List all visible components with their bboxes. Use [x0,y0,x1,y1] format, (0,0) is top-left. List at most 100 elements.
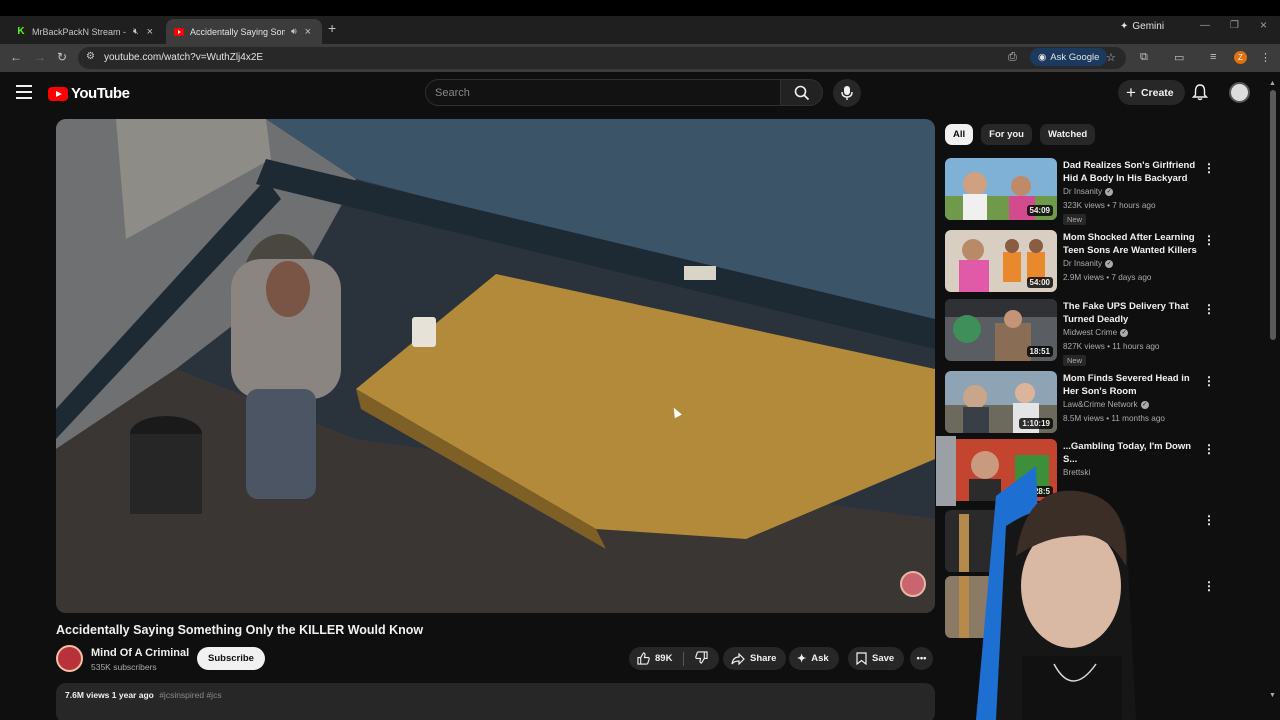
search-input[interactable]: Search [425,79,781,106]
extensions-icon[interactable]: ⧉ [1140,51,1148,64]
recommendation-title[interactable]: The Fake UPS Delivery That Turned Deadly [1063,300,1199,326]
scroll-up-arrow-icon[interactable]: ▲ [1269,80,1276,87]
subscriber-count: 535K subscribers [91,662,157,672]
microphone-icon [841,86,853,100]
address-bar[interactable]: ⚙ youtube.com/watch?v=WuthZlj4x2E [78,47,1126,69]
forward-icon[interactable]: → [34,50,46,64]
video-thumbnail[interactable]: 1:10:19 [945,371,1057,433]
more-actions-button[interactable]: ••• [910,647,933,670]
maximize-button[interactable]: ❐ [1230,20,1239,31]
recommendation-item[interactable]: 54:09 Dad Realizes Son's Girlfriend Hid … [945,158,1220,225]
media-controls-icon[interactable]: ≡ [1210,51,1216,63]
new-badge: New [1063,355,1087,366]
recommendation-channel[interactable]: Law&Crime Network ✓ [1063,400,1149,409]
recommendation-title[interactable]: Dad Realizes Son's Girlfriend Hid A Body… [1063,159,1199,185]
chip-all[interactable]: All [945,124,974,145]
gemini-label: Gemini [1132,21,1165,32]
plus-icon: + [1126,83,1136,102]
gemini-button[interactable]: ✦ Gemini [1120,21,1164,32]
profile-avatar[interactable]: Z [1234,51,1247,64]
share-button[interactable]: Share [723,647,787,670]
sparkle-icon: ✦ [797,653,807,665]
like-divider [683,651,685,666]
tab-youtube-video[interactable]: Accidentally Saying Someth 🔊︎ × [166,19,322,44]
new-badge: New [1063,214,1087,225]
recommendation-item[interactable]: 54:00 Mom Shocked After Learning Teen So… [945,230,1220,292]
ask-button[interactable]: ✦ Ask [789,647,839,670]
close-tab-icon[interactable]: × [147,26,153,38]
more-vertical-icon[interactable]: ⋮ [1203,513,1215,527]
chip-for-you[interactable]: For you [981,124,1032,145]
youtube-logo[interactable]: YouTube [48,85,130,102]
video-thumbnail[interactable]: 54:00 [945,230,1057,292]
channel-name[interactable]: Mind Of A Criminal [91,647,189,659]
share-arrow-icon [731,652,745,665]
search-button[interactable] [781,79,823,106]
recommendation-title[interactable]: Mom Finds Severed Head in Her Son's Room [1063,372,1199,398]
views-and-date: 7.6M views 1 year ago [65,690,154,700]
install-app-icon[interactable]: ⎙ [1008,51,1017,64]
tab-stream[interactable]: K MrBackPackN Stream - Wa 🔇︎ × [8,19,162,44]
subscribe-button[interactable]: Subscribe [197,647,265,670]
verified-check-icon: ✓ [1140,400,1149,409]
minimize-button[interactable]: — [1200,20,1210,31]
page-scrollbar-thumb[interactable] [1270,90,1276,340]
lens-icon: ◉ [1038,51,1047,63]
new-tab-button[interactable]: + [328,20,336,36]
recommendation-channel[interactable]: Dr Insanity ✓ [1063,187,1114,196]
hashtags[interactable]: #jcsinspired #jcs [159,690,221,700]
search-icon [794,85,809,100]
video-thumbnail[interactable]: 18:51 [945,299,1057,361]
save-label: Save [872,653,895,664]
split-view-icon[interactable]: ▭ [1174,51,1184,64]
more-vertical-icon[interactable]: ⋮ [1203,579,1215,593]
description-box[interactable]: 7.6M views 1 year ago #jcsinspired #jcs [56,683,935,720]
like-button[interactable]: 89K [637,652,672,665]
more-vertical-icon[interactable]: ⋮ [1203,233,1215,247]
channel-name: Law&Crime Network [1063,400,1138,409]
more-vertical-icon[interactable]: ⋮ [1203,374,1215,388]
channel-avatar[interactable] [56,645,83,672]
close-window-button[interactable]: × [1260,18,1267,32]
channel-watermark[interactable] [900,571,926,597]
dislike-button[interactable] [695,650,709,667]
reload-icon[interactable]: ↻ [57,50,67,64]
tab-title: Accidentally Saying Someth [190,26,285,37]
bookmark-star-icon[interactable]: ☆ [1106,51,1116,64]
ask-google-button[interactable]: ◉ Ask Google [1030,48,1108,66]
create-button[interactable]: + Create [1118,80,1185,105]
video-thumbnail[interactable]: 54:09 [945,158,1057,220]
more-vertical-icon[interactable]: ⋮ [1203,161,1215,175]
recommendation-channel[interactable]: Dr Insanity ✓ [1063,259,1114,268]
recommendation-item[interactable]: 18:51 The Fake UPS Delivery That Turned … [945,299,1220,366]
save-button[interactable]: Save [848,647,905,670]
speaker-icon[interactable]: 🔊︎ [291,26,297,37]
recommendation-title[interactable]: Mom Shocked After Learning Teen Sons Are… [1063,231,1199,257]
recommendation-meta: 2.9M views • 7 days ago [1063,273,1152,282]
more-horizontal-icon: ••• [916,653,927,664]
kick-icon: K [17,26,25,37]
more-vertical-icon[interactable]: ⋮ [1203,302,1215,316]
window-titlebar [0,0,1280,16]
browser-menu-icon[interactable]: ⋮ [1260,51,1271,64]
chip-watched[interactable]: Watched [1039,124,1096,145]
video-duration: 1:10:19 [1019,418,1053,429]
scroll-down-arrow-icon[interactable]: ▼ [1269,692,1276,699]
back-icon[interactable]: ← [10,50,22,64]
create-label: Create [1140,86,1174,99]
recommendation-channel[interactable]: Midwest Crime ✓ [1063,328,1129,337]
ask-label: Ask [811,653,829,664]
recommendation-meta: 8.5M views • 11 months ago [1063,414,1165,423]
more-vertical-icon[interactable]: ⋮ [1203,442,1215,456]
account-avatar[interactable] [1229,82,1250,103]
ask-google-label: Ask Google [1050,51,1100,63]
menu-icon[interactable] [16,85,32,99]
close-tab-icon[interactable]: × [305,26,311,38]
like-count: 89K [655,653,673,664]
voice-search-button[interactable] [833,79,861,107]
notifications-bell-icon[interactable] [1191,84,1209,106]
video-player[interactable] [56,119,935,613]
site-info-icon[interactable]: ⚙ [86,51,95,62]
muted-speaker-icon[interactable]: 🔇︎ [133,26,139,37]
recommendation-item[interactable]: 1:10:19 Mom Finds Severed Head in Her So… [945,371,1220,433]
